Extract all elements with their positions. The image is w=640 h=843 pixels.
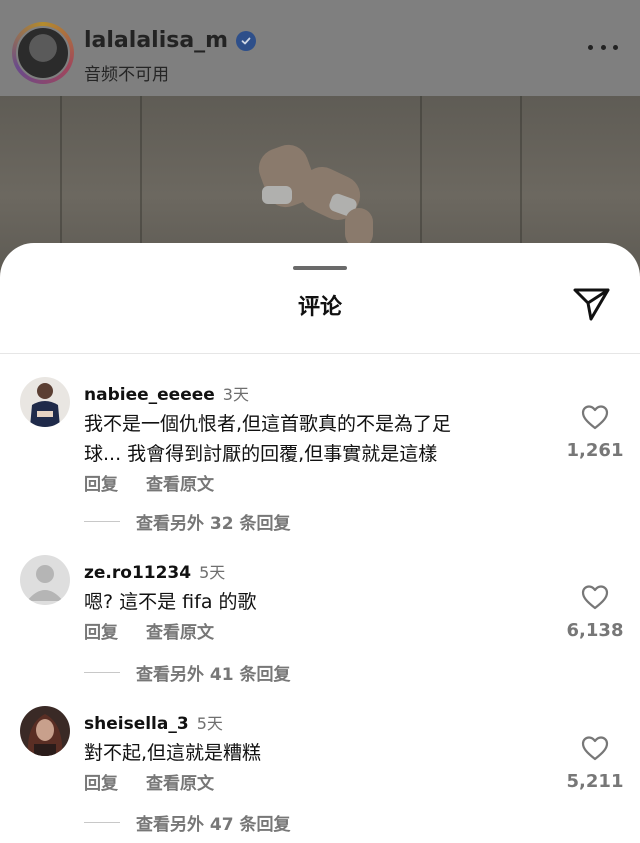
- drag-handle[interactable]: [293, 266, 347, 270]
- divider-line: [84, 521, 120, 522]
- view-replies-label[interactable]: 查看另外 41 条回复: [136, 660, 291, 685]
- avatar[interactable]: [20, 555, 70, 605]
- comment-time: 5天: [196, 714, 223, 733]
- like-count: 1,261: [566, 440, 624, 461]
- comment-line: 球... 我會得到討厭的回覆,但事實就是這樣: [84, 443, 438, 465]
- heart-icon[interactable]: [581, 735, 609, 761]
- view-replies-label[interactable]: 查看另外 47 条回复: [136, 810, 291, 835]
- post-header: lalalalisa_m 音频不可用: [0, 0, 640, 96]
- comment-username[interactable]: sheisella_3: [84, 714, 189, 734]
- divider: [0, 353, 640, 354]
- reply-button[interactable]: 回复: [84, 618, 118, 643]
- like-count: 6,138: [566, 620, 624, 641]
- reply-button[interactable]: 回复: [84, 769, 118, 794]
- comments-sheet: 评论 nabiee_eeeee 3天 我不是一個仇恨者,但這首歌真的不是為了足 …: [0, 243, 640, 843]
- avatar-image: [16, 26, 70, 80]
- divider-line: [84, 672, 120, 673]
- comment-line: 對不起,但這就是糟糕: [84, 742, 262, 764]
- comment-text: 我不是一個仇恨者,但這首歌真的不是為了足 球... 我會得到討厭的回覆,但事實就…: [84, 409, 544, 469]
- heart-icon[interactable]: [581, 404, 609, 430]
- avatar[interactable]: [20, 706, 70, 756]
- comment-username[interactable]: ze.ro11234: [84, 563, 191, 583]
- like-control[interactable]: 5,211: [560, 735, 630, 792]
- heart-icon[interactable]: [581, 584, 609, 610]
- send-icon[interactable]: [572, 286, 612, 322]
- view-replies-button[interactable]: 查看另外 47 条回复: [84, 810, 291, 835]
- view-replies-button[interactable]: 查看另外 41 条回复: [84, 660, 291, 685]
- like-count: 5,211: [566, 771, 624, 792]
- comment-username[interactable]: nabiee_eeeee: [84, 385, 215, 405]
- sheet-title: 评论: [297, 295, 342, 320]
- comment-text: 嗯? 這不是 fifa 的歌: [84, 587, 544, 617]
- comment-text: 對不起,但這就是糟糕: [84, 738, 544, 768]
- avatar[interactable]: [20, 377, 70, 427]
- view-replies-label[interactable]: 查看另外 32 条回复: [136, 509, 291, 534]
- divider-line: [84, 822, 120, 823]
- view-replies-button[interactable]: 查看另外 32 条回复: [84, 509, 291, 534]
- comment-line: 我不是一個仇恨者,但這首歌真的不是為了足: [84, 413, 452, 435]
- reply-button[interactable]: 回复: [84, 470, 118, 495]
- like-control[interactable]: 6,138: [560, 584, 630, 641]
- comment-time: 5天: [199, 563, 226, 582]
- view-original-button[interactable]: 查看原文: [146, 769, 214, 794]
- post-username[interactable]: lalalalisa_m: [84, 28, 228, 53]
- verified-badge-icon: [236, 30, 257, 51]
- like-control[interactable]: 1,261: [560, 404, 630, 461]
- comment-line: 嗯? 這不是 fifa 的歌: [84, 591, 257, 613]
- post-author-avatar[interactable]: [12, 22, 74, 84]
- comment-time: 3天: [222, 385, 249, 404]
- audio-status[interactable]: 音频不可用: [84, 60, 169, 85]
- view-original-button[interactable]: 查看原文: [146, 470, 214, 495]
- more-options-icon[interactable]: [588, 40, 618, 54]
- post-author[interactable]: lalalalisa_m: [84, 28, 257, 53]
- view-original-button[interactable]: 查看原文: [146, 618, 214, 643]
